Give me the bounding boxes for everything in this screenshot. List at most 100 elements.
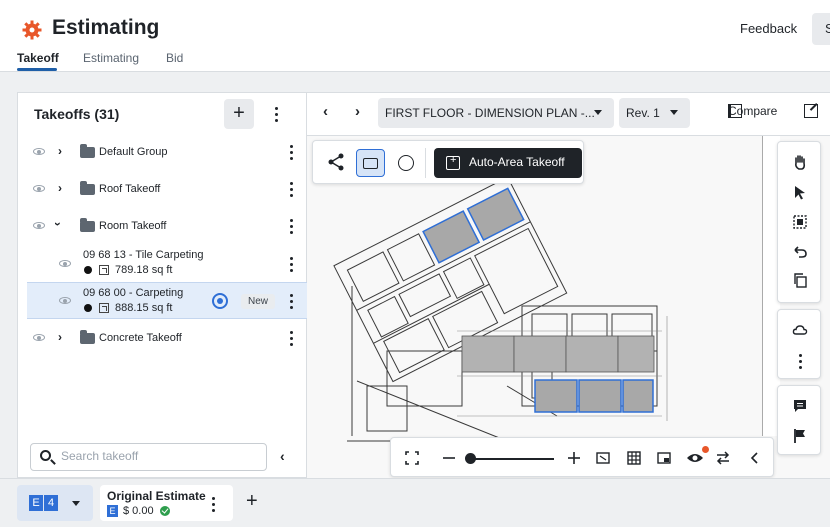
collapse-panel-icon[interactable]: ‹: [280, 448, 285, 464]
drawing-viewer: ‹ › FIRST FLOOR - DIMENSION PLAN -... Re…: [307, 92, 830, 479]
gear-icon: [22, 20, 42, 40]
next-sheet-icon[interactable]: ›: [355, 103, 360, 120]
auto-area-takeoff-button[interactable]: Auto-Area Takeoff: [434, 148, 582, 178]
chevron-down-icon: [670, 110, 678, 115]
more-icon[interactable]: [288, 331, 294, 349]
estimate-count-badge: 4: [44, 495, 58, 511]
undo-icon[interactable]: [792, 244, 808, 260]
visibility-icon[interactable]: [33, 185, 45, 192]
chevron-down-icon: [72, 501, 80, 506]
visibility-icon[interactable]: [59, 260, 71, 267]
estimate-e-badge: E: [29, 495, 43, 511]
app-header: Estimating Feedback S Takeoff Estimating…: [0, 0, 830, 72]
tab-takeoff[interactable]: Takeoff: [17, 51, 59, 65]
visibility-icon[interactable]: [59, 297, 71, 304]
takeoff-item-quantity: 789.18 sq ft: [115, 264, 173, 276]
more-tools-icon[interactable]: [797, 354, 803, 372]
add-takeoff-button[interactable]: +: [224, 99, 254, 129]
color-swatch-icon: [84, 304, 92, 312]
chevron-left-icon[interactable]: [748, 451, 762, 465]
tab-estimating[interactable]: Estimating: [83, 51, 139, 65]
more-icon[interactable]: [288, 257, 294, 275]
estimate-amount: $ 0.00: [123, 505, 154, 517]
revision-select[interactable]: Rev. 1: [619, 98, 690, 128]
takeoff-item[interactable]: 09 68 13 - Tile Carpeting 789.18 sq ft: [18, 245, 306, 282]
select-area-icon[interactable]: [792, 214, 808, 230]
chevron-down-icon[interactable]: ›: [51, 222, 65, 226]
takeoff-item-selected[interactable]: 09 68 00 - Carpeting 888.15 sq ft New: [27, 282, 308, 319]
search-box: [30, 443, 267, 471]
more-icon[interactable]: [288, 145, 294, 163]
tree-group-roof[interactable]: › Roof Takeoff: [18, 170, 306, 207]
notification-dot: [702, 446, 709, 453]
hand-pan-icon[interactable]: [792, 154, 808, 170]
sheet-select[interactable]: FIRST FLOOR - DIMENSION PLAN -...: [378, 98, 614, 128]
add-estimate-button[interactable]: +: [246, 490, 258, 513]
estimate-small-badge: E: [107, 505, 118, 517]
visibility-icon[interactable]: [33, 148, 45, 155]
header-partial-button[interactable]: S: [812, 13, 830, 45]
compare-label: Compare: [728, 104, 778, 118]
takeoff-item-name: 09 68 00 - Carpeting: [83, 287, 184, 299]
more-icon[interactable]: [288, 294, 294, 312]
group-label: Roof Takeoff: [99, 183, 161, 195]
search-input[interactable]: [61, 449, 261, 463]
zoom-slider-track[interactable]: [470, 458, 554, 460]
grid-icon[interactable]: [627, 451, 641, 465]
folder-icon: [80, 330, 95, 344]
estimate-switcher[interactable]: E 4: [17, 485, 93, 521]
chevron-right-icon[interactable]: ›: [58, 181, 62, 195]
tree-group-room[interactable]: › Room Takeoff: [18, 207, 306, 244]
group-label: Room Takeoff: [99, 220, 167, 232]
pointer-icon[interactable]: [792, 184, 808, 200]
active-tab-indicator: [17, 68, 57, 71]
drawing-canvas[interactable]: Auto-Area Takeoff: [307, 135, 830, 479]
takeoff-item-name: 09 68 13 - Tile Carpeting: [83, 249, 204, 261]
minimap-icon[interactable]: [657, 451, 671, 465]
sheet-select-value: FIRST FLOOR - DIMENSION PLAN -...: [385, 106, 595, 120]
more-icon[interactable]: [288, 219, 294, 237]
swap-icon[interactable]: [716, 451, 730, 465]
prev-sheet-icon[interactable]: ‹: [323, 103, 328, 120]
visibility-icon[interactable]: [33, 334, 45, 341]
zoom-slider-handle[interactable]: [465, 453, 476, 464]
folder-icon: [80, 181, 95, 195]
draw-toolbar: Auto-Area Takeoff: [312, 140, 584, 184]
zoom-in-icon[interactable]: [567, 451, 581, 465]
circle-tool-icon[interactable]: [398, 155, 414, 171]
chevron-right-icon[interactable]: ›: [58, 330, 62, 344]
panel-more-icon[interactable]: [273, 107, 279, 125]
rectangle-tool-icon[interactable]: [356, 149, 385, 177]
takeoffs-panel: Takeoffs (31) + › Default Group › Roof T…: [17, 92, 308, 478]
zoom-out-icon[interactable]: [442, 451, 456, 465]
auto-area-icon: [446, 154, 460, 170]
estimate-name: Original Estimate: [107, 489, 206, 503]
color-swatch-icon: [84, 266, 92, 274]
tree-group-concrete[interactable]: › Concrete Takeoff: [18, 319, 306, 356]
comment-tool-group: [777, 385, 821, 455]
flag-icon[interactable]: [792, 428, 808, 444]
more-icon[interactable]: [288, 182, 294, 200]
fit-screen-icon[interactable]: [405, 451, 419, 465]
tree-group-default[interactable]: › Default Group: [18, 133, 306, 170]
active-radio-icon[interactable]: [212, 293, 228, 309]
folder-icon: [80, 218, 95, 232]
open-external-icon[interactable]: [804, 104, 818, 118]
visibility-icon[interactable]: [33, 222, 45, 229]
comment-icon[interactable]: [792, 398, 808, 414]
copy-icon[interactable]: [792, 272, 808, 288]
chevron-right-icon[interactable]: ›: [58, 144, 62, 158]
area-icon: [99, 303, 109, 313]
more-icon[interactable]: [210, 497, 216, 515]
visibility-toggle-icon[interactable]: [686, 451, 704, 465]
polyline-tool-icon[interactable]: [327, 153, 345, 171]
search-icon: [40, 450, 51, 461]
auto-area-label: Auto-Area Takeoff: [469, 155, 565, 169]
estimate-card[interactable]: Original Estimate E $ 0.00: [100, 485, 233, 521]
tab-bid[interactable]: Bid: [166, 51, 183, 65]
revision-value: Rev. 1: [626, 106, 660, 120]
fit-width-icon[interactable]: [596, 451, 610, 465]
feedback-button[interactable]: Feedback: [740, 21, 797, 36]
floor-plan-drawing: [333, 176, 668, 442]
cloud-icon[interactable]: [792, 322, 808, 338]
